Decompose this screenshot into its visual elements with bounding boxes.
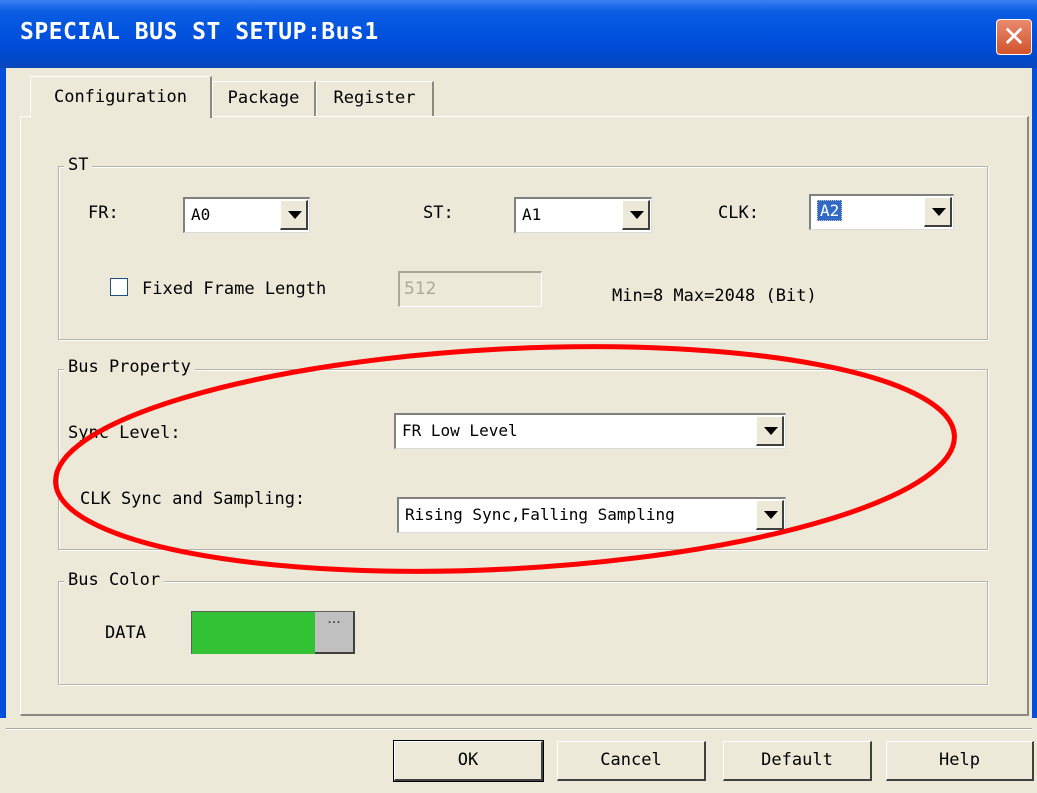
tab-configuration-label: Configuration (53, 87, 188, 107)
dialog-window: SPECIAL BUS ST SETUP:Bus1 ✕ Configuratio… (0, 0, 1037, 793)
annotation-ellipse (53, 344, 957, 574)
red-circle-mark (53, 344, 957, 574)
tab-configuration[interactable]: Configuration (30, 76, 212, 118)
